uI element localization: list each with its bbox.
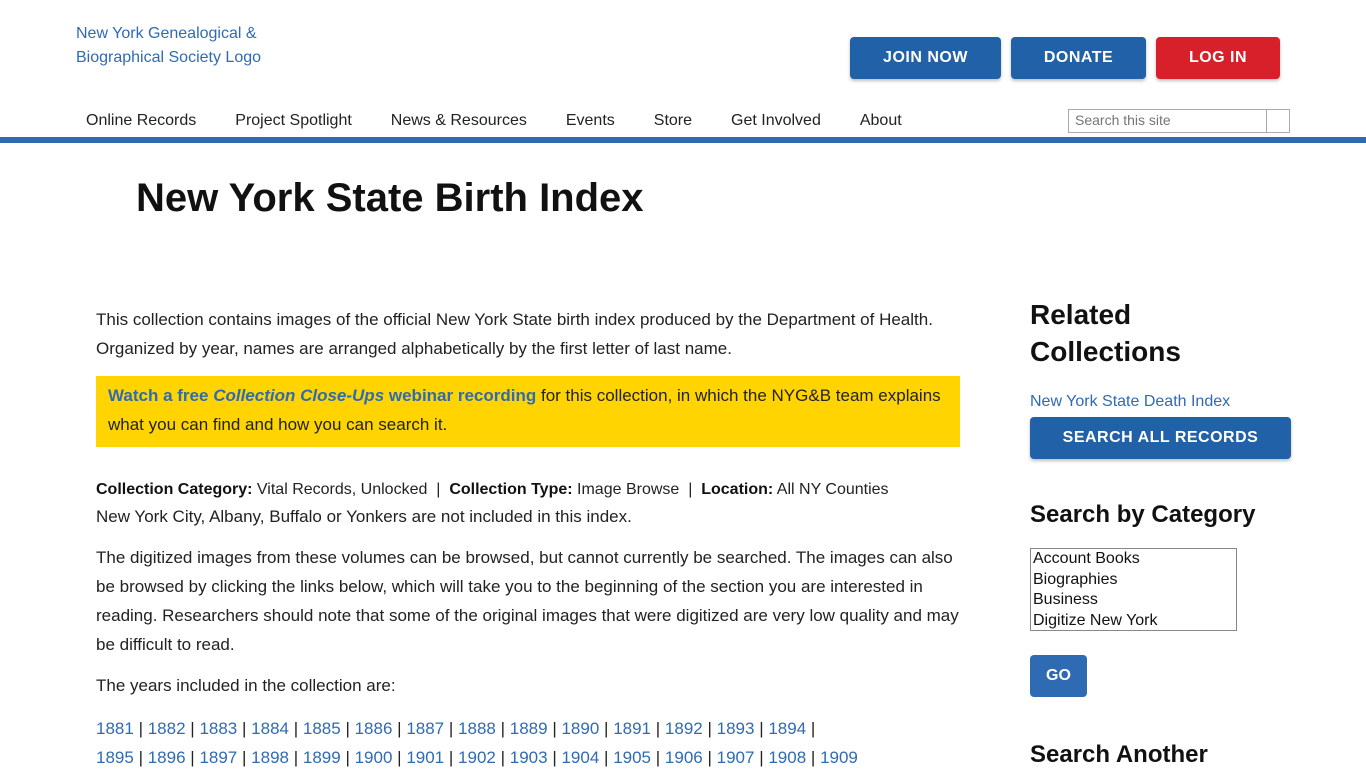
category-option[interactable]: Biographies (1031, 570, 1236, 591)
year-separator: | (759, 719, 764, 738)
year-separator: | (293, 719, 299, 738)
nav-item-about[interactable]: About (860, 112, 902, 130)
year-separator: | (190, 748, 195, 767)
site-search-button[interactable] (1266, 110, 1289, 132)
year-link[interactable]: 1886 (355, 719, 393, 738)
year-separator: | (707, 748, 712, 767)
year-separator: | (397, 719, 402, 738)
join-now-button[interactable]: JOIN NOW (850, 37, 1001, 79)
year-link[interactable]: 1883 (199, 719, 237, 738)
related-link-death-index[interactable]: New York State Death Index (1030, 393, 1230, 411)
intro-paragraph: This collection contains images of the o… (96, 310, 933, 358)
category-listbox[interactable]: Account Books Biographies Business Digit… (1030, 548, 1237, 631)
year-separator: | (448, 719, 454, 738)
year-link[interactable]: 1881 (96, 719, 134, 738)
search-another-heading: Search Another (1030, 741, 1208, 768)
nav-item-online-records[interactable]: Online Records (86, 112, 196, 130)
year-separator: | (500, 719, 506, 738)
year-separator: | (655, 719, 661, 738)
nav-item-store[interactable]: Store (654, 112, 692, 130)
year-link[interactable]: 1902 (458, 748, 496, 767)
year-link[interactable]: 1892 (665, 719, 703, 738)
year-link[interactable]: 1909 (820, 748, 858, 767)
related-collections-heading: Related Collections (1030, 299, 1181, 367)
category-option[interactable]: Digitize New York (1031, 611, 1236, 631)
search-all-records-button[interactable]: SEARCH ALL RECORDS (1030, 417, 1291, 459)
year-separator: | (655, 748, 661, 767)
page-title: New York State Birth Index (136, 176, 644, 220)
year-link[interactable]: 1895 (96, 748, 134, 767)
donate-button[interactable]: DONATE (1011, 37, 1146, 79)
years-intro: The years included in the collection are… (96, 676, 396, 695)
webinar-callout: Watch a free Collection Close-Ups webina… (96, 376, 960, 447)
year-separator: | (500, 748, 506, 767)
year-link[interactable]: 1896 (148, 748, 186, 767)
exclusion-note: New York City, Albany, Buffalo or Yonker… (96, 507, 632, 526)
year-link[interactable]: 1890 (561, 719, 599, 738)
main-nav: Online Records Project Spotlight News & … (86, 112, 941, 130)
header-divider-bar (0, 137, 1366, 143)
year-links: 1881 | 1882 | 1883 | 1884 | 1885 | 1886 … (96, 714, 960, 772)
log-in-button[interactable]: LOG IN (1156, 37, 1280, 79)
year-link[interactable]: 1889 (510, 719, 548, 738)
site-search (1068, 109, 1290, 133)
year-link[interactable]: 1882 (148, 719, 186, 738)
year-link[interactable]: 1894 (768, 719, 806, 738)
year-separator: | (242, 719, 247, 738)
year-link[interactable]: 1900 (355, 748, 393, 767)
nav-item-get-involved[interactable]: Get Involved (731, 112, 821, 130)
year-link[interactable]: 1898 (251, 748, 289, 767)
category-option[interactable]: Account Books (1031, 549, 1236, 570)
year-separator: | (293, 748, 299, 767)
year-separator: | (759, 748, 764, 767)
year-link[interactable]: 1884 (251, 719, 289, 738)
nav-item-project-spotlight[interactable]: Project Spotlight (235, 112, 352, 130)
year-link[interactable]: 1887 (406, 719, 444, 738)
year-separator: | (138, 748, 143, 767)
year-separator: | (448, 748, 454, 767)
year-separator: | (810, 719, 816, 738)
site-logo[interactable]: New York Genealogical & Biographical Soc… (76, 22, 316, 70)
browse-paragraph: The digitized images from these volumes … (96, 548, 959, 654)
year-link[interactable]: 1897 (199, 748, 237, 767)
year-link[interactable]: 1891 (613, 719, 651, 738)
webinar-link[interactable]: Watch a free Collection Close-Ups webina… (108, 386, 536, 405)
search-by-category-heading: Search by Category (1030, 501, 1256, 528)
year-separator: | (707, 719, 712, 738)
nav-item-news-resources[interactable]: News & Resources (391, 112, 527, 130)
go-button[interactable]: GO (1030, 655, 1087, 697)
collection-meta: Collection Category: Vital Records, Unlo… (96, 476, 960, 530)
year-separator: | (397, 748, 402, 767)
year-separator: | (138, 719, 143, 738)
year-separator: | (242, 748, 247, 767)
year-link[interactable]: 1893 (717, 719, 755, 738)
year-separator: | (552, 748, 557, 767)
year-link[interactable]: 1899 (303, 748, 341, 767)
nav-item-events[interactable]: Events (566, 112, 615, 130)
year-link[interactable]: 1906 (665, 748, 703, 767)
site-search-input[interactable] (1069, 110, 1271, 130)
year-link[interactable]: 1901 (406, 748, 444, 767)
year-link[interactable]: 1907 (717, 748, 755, 767)
category-option[interactable]: Business (1031, 590, 1236, 611)
year-separator: | (552, 719, 557, 738)
year-link[interactable]: 1888 (458, 719, 496, 738)
year-separator: | (345, 748, 350, 767)
year-separator: | (345, 719, 350, 738)
year-link[interactable]: 1903 (510, 748, 548, 767)
year-link[interactable]: 1885 (303, 719, 341, 738)
year-separator: | (604, 748, 609, 767)
year-link[interactable]: 1904 (561, 748, 599, 767)
year-separator: | (810, 748, 816, 767)
year-separator: | (190, 719, 195, 738)
year-link[interactable]: 1908 (768, 748, 806, 767)
year-separator: | (604, 719, 609, 738)
year-link[interactable]: 1905 (613, 748, 651, 767)
